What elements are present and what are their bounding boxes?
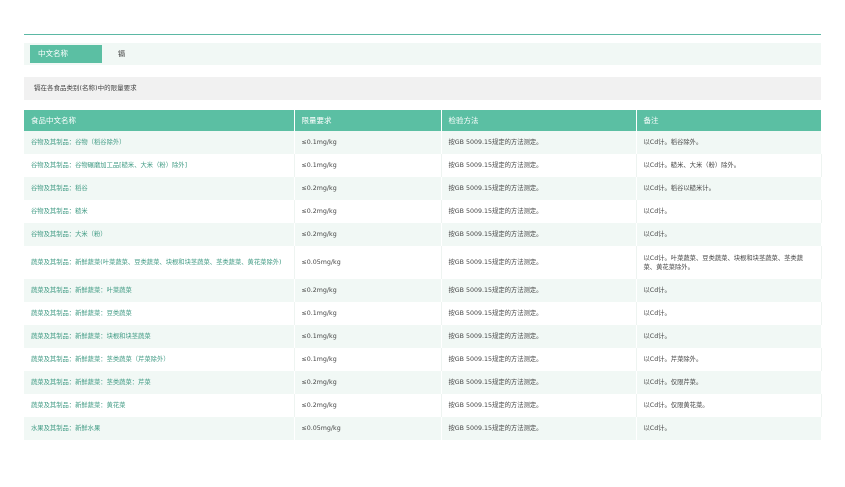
method-cell: 按GB 5009.15规定的方法测定。 xyxy=(441,279,637,302)
limit-cell: ≤0.1mg/kg xyxy=(294,325,442,348)
header-food-name: 食品中文名称 xyxy=(24,110,295,131)
table-row: 蔬菜及其制品：新鲜蔬菜：块根和块茎蔬菜 ≤0.1mg/kg 按GB 5009.1… xyxy=(24,325,822,348)
method-cell: 按GB 5009.15规定的方法测定。 xyxy=(441,154,637,177)
limit-cell: ≤0.2mg/kg xyxy=(294,200,442,223)
method-cell: 按GB 5009.15规定的方法测定。 xyxy=(441,417,637,440)
food-name-link[interactable]: 谷物及其制品：谷物碾磨加工品[糙米、大米（粉）除外] xyxy=(24,154,295,177)
limit-cell: ≤0.2mg/kg xyxy=(294,371,442,394)
method-cell: 按GB 5009.15规定的方法测定。 xyxy=(441,177,637,200)
food-name-link[interactable]: 谷物及其制品：稻谷 xyxy=(24,177,295,200)
limit-cell: ≤0.2mg/kg xyxy=(294,223,442,246)
food-name-link[interactable]: 蔬菜及其制品：新鲜蔬菜：豆类蔬菜 xyxy=(24,302,295,325)
requirement-title: 镉在各食品类别(名称)中的限量要求 xyxy=(24,77,821,100)
note-cell: 以Cd计。仅限黄花菜。 xyxy=(636,394,822,417)
food-name-link[interactable]: 蔬菜及其制品：新鲜蔬菜：茎类蔬菜（芹菜除外） xyxy=(24,348,295,371)
method-cell: 按GB 5009.15规定的方法测定。 xyxy=(441,371,637,394)
table-row: 蔬菜及其制品：新鲜蔬菜：黄花菜 ≤0.2mg/kg 按GB 5009.15规定的… xyxy=(24,394,822,417)
method-cell: 按GB 5009.15规定的方法测定。 xyxy=(441,200,637,223)
table-row: 谷物及其制品：谷物碾磨加工品[糙米、大米（粉）除外] ≤0.1mg/kg 按GB… xyxy=(24,154,822,177)
limit-cell: ≤0.05mg/kg xyxy=(294,417,442,440)
note-cell: 以Cd计。 xyxy=(636,200,822,223)
note-cell: 以Cd计。仅限芹菜。 xyxy=(636,371,822,394)
food-name-link[interactable]: 蔬菜及其制品：新鲜蔬菜：黄花菜 xyxy=(24,394,295,417)
table-row: 蔬菜及其制品：新鲜蔬菜(叶菜蔬菜、豆类蔬菜、块根和块茎蔬菜、茎类蔬菜、黄花菜除外… xyxy=(24,246,822,279)
limits-table: 食品中文名称 限量要求 检验方法 备注 谷物及其制品：谷物（稻谷除外） ≤0.1… xyxy=(24,110,822,440)
food-name-link[interactable]: 谷物及其制品：糙米 xyxy=(24,200,295,223)
header-limit: 限量要求 xyxy=(294,110,442,131)
table-row: 水果及其制品：新鲜水果 ≤0.05mg/kg 按GB 5009.15规定的方法测… xyxy=(24,417,822,440)
food-name-link[interactable]: 蔬菜及其制品：新鲜蔬菜：茎类蔬菜：芹菜 xyxy=(24,371,295,394)
element-name-value: 镉 xyxy=(118,50,125,58)
food-name-link[interactable]: 谷物及其制品：谷物（稻谷除外） xyxy=(24,131,295,154)
table-row: 蔬菜及其制品：新鲜蔬菜：茎类蔬菜：芹菜 ≤0.2mg/kg 按GB 5009.1… xyxy=(24,371,822,394)
limit-cell: ≤0.1mg/kg xyxy=(294,348,442,371)
note-cell: 以Cd计。 xyxy=(636,417,822,440)
limit-cell: ≤0.2mg/kg xyxy=(294,177,442,200)
food-name-link[interactable]: 蔬菜及其制品：新鲜蔬菜：块根和块茎蔬菜 xyxy=(24,325,295,348)
limit-cell: ≤0.1mg/kg xyxy=(294,131,442,154)
limit-cell: ≤0.2mg/kg xyxy=(294,394,442,417)
note-cell: 以Cd计。芹菜除外。 xyxy=(636,348,822,371)
food-name-link[interactable]: 谷物及其制品：大米（粉） xyxy=(24,223,295,246)
food-name-link[interactable]: 蔬菜及其制品：新鲜蔬菜：叶菜蔬菜 xyxy=(24,279,295,302)
table-row: 谷物及其制品：大米（粉） ≤0.2mg/kg 按GB 5009.15规定的方法测… xyxy=(24,223,822,246)
header-note: 备注 xyxy=(636,110,822,131)
note-cell: 以Cd计。 xyxy=(636,302,822,325)
method-cell: 按GB 5009.15规定的方法测定。 xyxy=(441,348,637,371)
limit-cell: ≤0.2mg/kg xyxy=(294,279,442,302)
limit-cell: ≤0.1mg/kg xyxy=(294,154,442,177)
table-row: 谷物及其制品：糙米 ≤0.2mg/kg 按GB 5009.15规定的方法测定。 … xyxy=(24,200,822,223)
method-cell: 按GB 5009.15规定的方法测定。 xyxy=(441,131,637,154)
table-row: 谷物及其制品：谷物（稻谷除外） ≤0.1mg/kg 按GB 5009.15规定的… xyxy=(24,131,822,154)
limit-cell: ≤0.05mg/kg xyxy=(294,246,442,279)
top-divider xyxy=(24,34,821,35)
table-row: 蔬菜及其制品：新鲜蔬菜：叶菜蔬菜 ≤0.2mg/kg 按GB 5009.15规定… xyxy=(24,279,822,302)
food-name-link[interactable]: 蔬菜及其制品：新鲜蔬菜(叶菜蔬菜、豆类蔬菜、块根和块茎蔬菜、茎类蔬菜、黄花菜除外… xyxy=(24,246,295,279)
method-cell: 按GB 5009.15规定的方法测定。 xyxy=(441,325,637,348)
note-cell: 以Cd计。 xyxy=(636,279,822,302)
note-cell: 以Cd计。稻谷除外。 xyxy=(636,131,822,154)
food-name-link[interactable]: 水果及其制品：新鲜水果 xyxy=(24,417,295,440)
note-cell: 以Cd计。稻谷以糙米计。 xyxy=(636,177,822,200)
limit-cell: ≤0.1mg/kg xyxy=(294,302,442,325)
note-cell: 以Cd计。糙米、大米（粉）除外。 xyxy=(636,154,822,177)
table-row: 谷物及其制品：稻谷 ≤0.2mg/kg 按GB 5009.15规定的方法测定。 … xyxy=(24,177,822,200)
table-row: 蔬菜及其制品：新鲜蔬菜：茎类蔬菜（芹菜除外） ≤0.1mg/kg 按GB 500… xyxy=(24,348,822,371)
note-cell: 以Cd计。叶菜蔬菜、豆类蔬菜、块根和块茎蔬菜、茎类蔬菜、黄花菜除外。 xyxy=(636,246,822,279)
method-cell: 按GB 5009.15规定的方法测定。 xyxy=(441,394,637,417)
method-cell: 按GB 5009.15规定的方法测定。 xyxy=(441,223,637,246)
note-cell: 以Cd计。 xyxy=(636,223,822,246)
method-cell: 按GB 5009.15规定的方法测定。 xyxy=(441,246,637,279)
element-name-label: 中文名称 xyxy=(30,45,102,63)
table-row: 蔬菜及其制品：新鲜蔬菜：豆类蔬菜 ≤0.1mg/kg 按GB 5009.15规定… xyxy=(24,302,822,325)
method-cell: 按GB 5009.15规定的方法测定。 xyxy=(441,302,637,325)
table-header-row: 食品中文名称 限量要求 检验方法 备注 xyxy=(24,110,822,131)
note-cell: 以Cd计。 xyxy=(636,325,822,348)
element-name-row: 中文名称 镉 xyxy=(24,43,821,65)
header-method: 检验方法 xyxy=(441,110,637,131)
